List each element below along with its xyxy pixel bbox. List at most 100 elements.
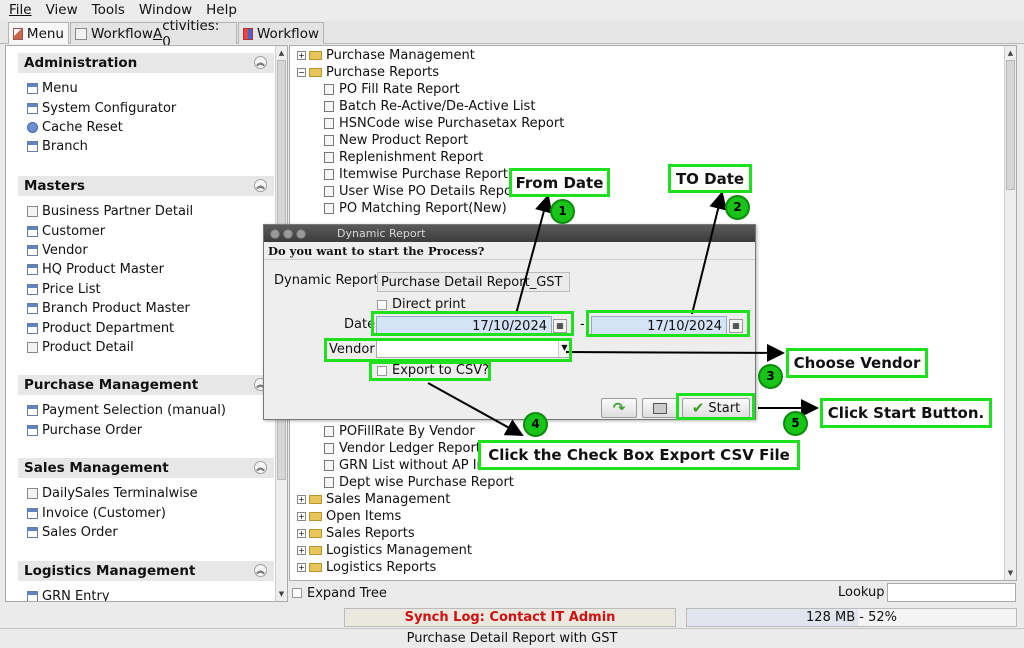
- expand-tree-checkbox[interactable]: Expand Tree: [292, 585, 387, 601]
- menu-item[interactable]: Payment Selection (manual): [18, 401, 274, 420]
- folder-icon: [309, 529, 322, 538]
- menu-help[interactable]: Help: [197, 2, 242, 18]
- expand-icon[interactable]: +: [297, 495, 306, 504]
- menu-item[interactable]: System Configurator: [18, 98, 274, 117]
- menu-view[interactable]: View: [37, 2, 83, 18]
- section-header[interactable]: Masters ︽: [18, 176, 274, 196]
- scroll-up-icon[interactable]: ▲: [1006, 48, 1015, 58]
- menu-item[interactable]: Product Department: [18, 318, 274, 337]
- document-icon: [324, 477, 334, 488]
- window-icon: [27, 225, 38, 237]
- tree-label: Sales Reports: [326, 526, 415, 541]
- document-icon: [324, 118, 334, 129]
- section-header[interactable]: Logistics Management ︽: [18, 561, 274, 581]
- tree-folder[interactable]: + Sales Management: [297, 491, 450, 508]
- menu-item-label: DailySales Terminalwise: [42, 486, 198, 502]
- folder-icon: [309, 512, 322, 521]
- scroll-down-icon[interactable]: ▼: [1006, 568, 1015, 578]
- tree-report[interactable]: Replenishment Report: [324, 149, 483, 166]
- section-title: Logistics Management: [24, 563, 196, 579]
- menu-tools[interactable]: Tools: [83, 2, 130, 18]
- menu-item[interactable]: Menu: [18, 79, 274, 98]
- tree-folder[interactable]: + Sales Reports: [297, 525, 415, 542]
- dialog-titlebar: Dynamic Report: [264, 225, 755, 242]
- minimize-window-icon[interactable]: [283, 228, 293, 239]
- checkbox[interactable]: [292, 588, 302, 598]
- tab-workflow-label: Workflow: [257, 25, 319, 42]
- menu-item[interactable]: Product Detail: [18, 338, 274, 357]
- menu-item[interactable]: DailySales Terminalwise: [18, 484, 274, 503]
- expand-icon[interactable]: +: [297, 512, 306, 521]
- refresh-button[interactable]: ↷: [601, 398, 637, 418]
- expand-icon[interactable]: +: [297, 51, 306, 60]
- menu-item[interactable]: GRN Entry: [18, 587, 274, 601]
- tab-workflow-activities[interactable]: Workflow Activities: 0: [70, 18, 237, 50]
- menu-item[interactable]: Branch: [18, 137, 274, 156]
- tree-label: POFillRate By Vendor: [339, 424, 475, 439]
- menu-item[interactable]: Sales Order: [18, 523, 274, 542]
- step-number-2: 2: [725, 195, 750, 220]
- tree-scrollbar[interactable]: ▲ ▼: [1004, 46, 1016, 580]
- tree-folder[interactable]: + Logistics Reports: [297, 559, 436, 576]
- section-header[interactable]: Sales Management ︽: [18, 458, 274, 478]
- print-button[interactable]: [642, 398, 678, 418]
- menu-item[interactable]: Price List: [18, 280, 274, 299]
- section-header[interactable]: Administration ︽: [18, 53, 274, 73]
- close-window-icon[interactable]: [270, 228, 280, 239]
- menu-item[interactable]: Purchase Order: [18, 420, 274, 439]
- window-icon: [27, 83, 38, 95]
- tree-folder[interactable]: + Open Items: [297, 508, 401, 525]
- menu-item-label: Customer: [42, 223, 106, 239]
- report-name-field: Purchase Detail Report_GST: [377, 272, 570, 292]
- tree-report[interactable]: Itemwise Purchase Report: [324, 166, 508, 183]
- menu-item[interactable]: Branch Product Master: [18, 299, 274, 318]
- expand-icon[interactable]: +: [297, 563, 306, 572]
- tree-report[interactable]: POFillRate By Vendor: [324, 423, 475, 440]
- tree-report[interactable]: PO Fill Rate Report: [324, 81, 460, 98]
- tree-report[interactable]: HSNCode wise Purchasetax Report: [324, 115, 564, 132]
- tree-folder[interactable]: + Purchase Management: [297, 47, 475, 64]
- menu-item[interactable]: Customer: [18, 221, 274, 240]
- tree-report[interactable]: New Product Report: [324, 132, 468, 149]
- expand-icon[interactable]: +: [297, 546, 306, 555]
- document-icon: [324, 169, 334, 180]
- section-header[interactable]: Purchase Management ︽: [18, 375, 274, 395]
- tree-report[interactable]: Dept wise Purchase Report: [324, 474, 514, 491]
- menu-item[interactable]: Cache Reset: [18, 118, 274, 137]
- tree-report[interactable]: User Wise PO Details Report: [324, 183, 522, 200]
- document-icon: [75, 27, 87, 40]
- collapse-icon[interactable]: ︽: [254, 179, 267, 192]
- menu-item[interactable]: Business Partner Detail: [18, 202, 274, 221]
- report-label: Dynamic Report: [274, 273, 379, 288]
- menu-item-label: Vendor: [42, 242, 88, 258]
- tree-folder[interactable]: + Logistics Management: [297, 542, 472, 559]
- collapse-icon[interactable]: ︽: [254, 564, 267, 577]
- collapse-icon[interactable]: ︽: [254, 56, 267, 69]
- tab-workflow[interactable]: Workflow: [238, 22, 324, 44]
- section-administration: Administration ︽ Menu System Configurator…: [18, 53, 274, 157]
- dialog-title: Dynamic Report: [337, 227, 426, 240]
- scroll-thumb[interactable]: [1006, 60, 1015, 190]
- scroll-up-icon[interactable]: ▲: [277, 48, 286, 58]
- tab-menu[interactable]: Menu: [8, 22, 69, 44]
- document-icon: [324, 84, 334, 95]
- menu-item[interactable]: Invoice (Customer): [18, 503, 274, 522]
- menu-window[interactable]: Window: [130, 2, 197, 18]
- menu-item[interactable]: Vendor: [18, 241, 274, 260]
- tree-report[interactable]: PO Matching Report(New): [324, 200, 507, 217]
- scroll-down-icon[interactable]: ▼: [277, 589, 286, 599]
- collapse-icon[interactable]: ︽: [254, 461, 267, 474]
- lookup-input[interactable]: [887, 583, 1016, 602]
- tree-report[interactable]: Batch Re-Active/De-Active List: [324, 98, 535, 115]
- menu-item[interactable]: HQ Product Master: [18, 260, 274, 279]
- direct-print-checkbox[interactable]: Direct print: [377, 297, 466, 312]
- tree-report[interactable]: Vendor Ledger Report: [324, 440, 481, 457]
- menu-file[interactable]: File: [0, 2, 37, 18]
- callout-check-export: Click the Check Box Export CSV File: [478, 440, 800, 470]
- maximize-window-icon[interactable]: [296, 228, 306, 239]
- checkbox[interactable]: [377, 299, 387, 310]
- tree-folder[interactable]: − Purchase Reports: [297, 64, 439, 81]
- expand-icon[interactable]: +: [297, 529, 306, 538]
- collapse-icon[interactable]: −: [297, 68, 306, 77]
- synch-log-button[interactable]: Synch Log: Contact IT Admin: [344, 608, 676, 627]
